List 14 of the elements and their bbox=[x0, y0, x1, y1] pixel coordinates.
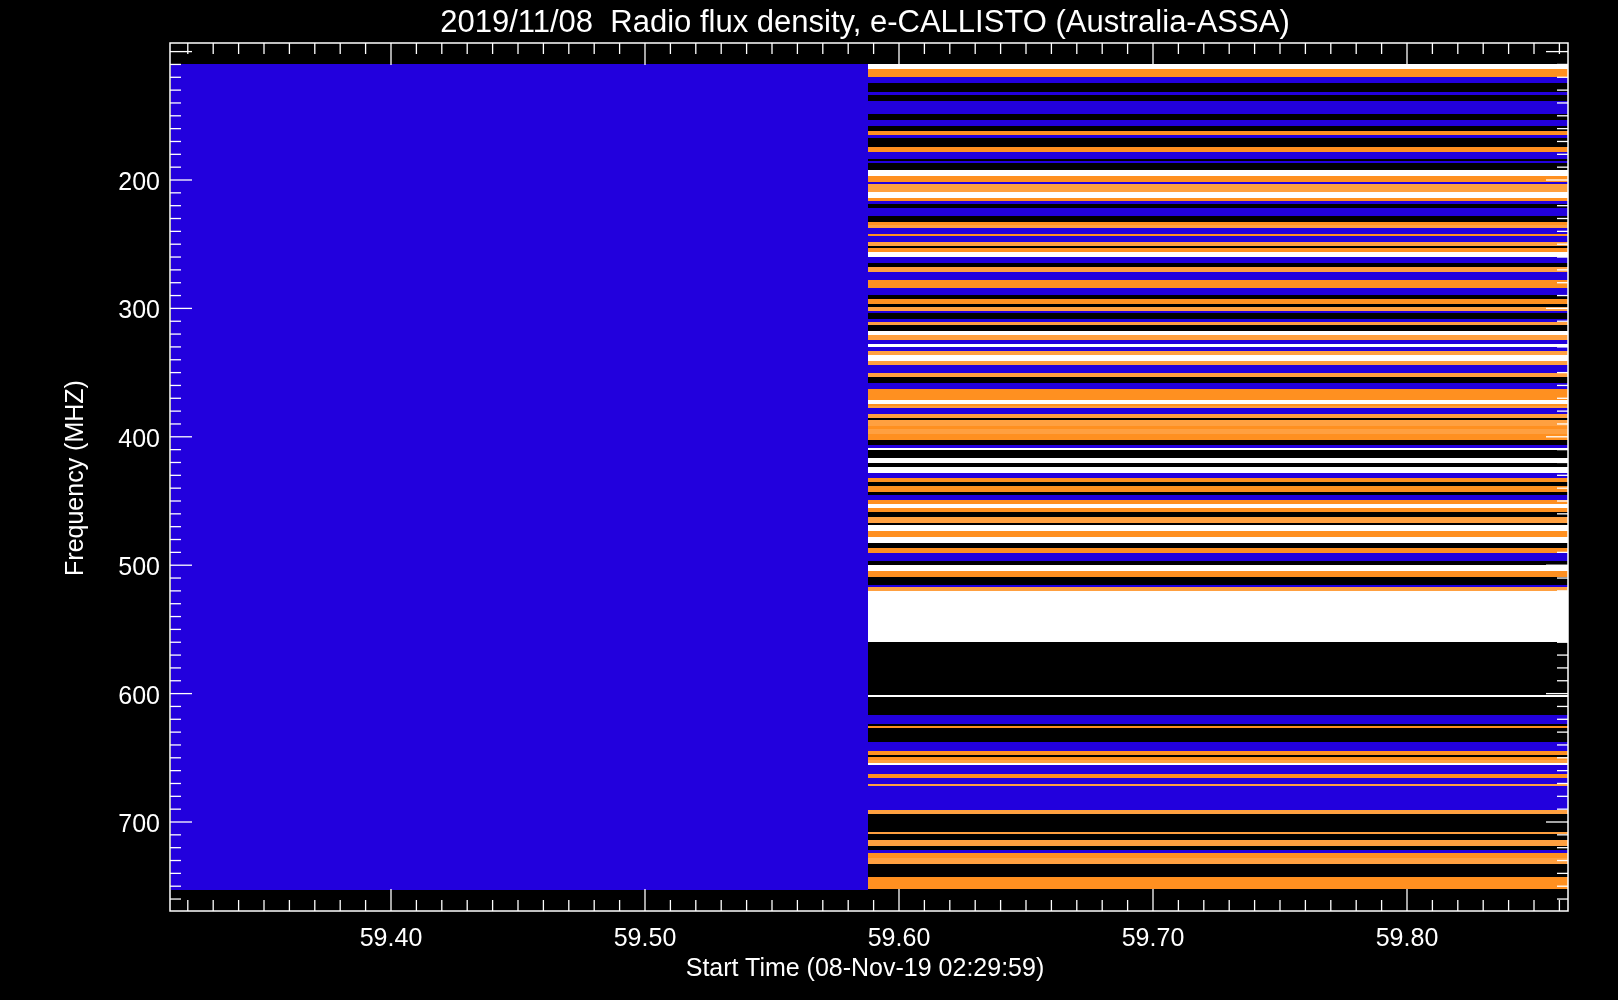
axis-label: Frequency (MHZ) bbox=[60, 380, 88, 576]
tick-label: 500 bbox=[118, 552, 160, 581]
tick-label: 59.80 bbox=[1375, 923, 1439, 951]
axis-label: Start Time (08-Nov-19 02:29:59) bbox=[685, 953, 1045, 981]
tick-label: 700 bbox=[118, 809, 160, 837]
tick-label: 59.60 bbox=[867, 923, 931, 951]
plot-title: 2019/11/08 Radio flux density, e-CALLISTO (Australia-ASSA) bbox=[440, 4, 1290, 39]
tick-label: 200 bbox=[118, 167, 160, 195]
tick-label: 59.70 bbox=[1121, 923, 1185, 951]
tick-label: 300 bbox=[118, 295, 160, 324]
tick-label: 600 bbox=[118, 680, 160, 709]
tick-label: 59.40 bbox=[359, 923, 423, 951]
tick-label: 59.50 bbox=[613, 923, 677, 951]
tick-label: 400 bbox=[118, 423, 160, 452]
